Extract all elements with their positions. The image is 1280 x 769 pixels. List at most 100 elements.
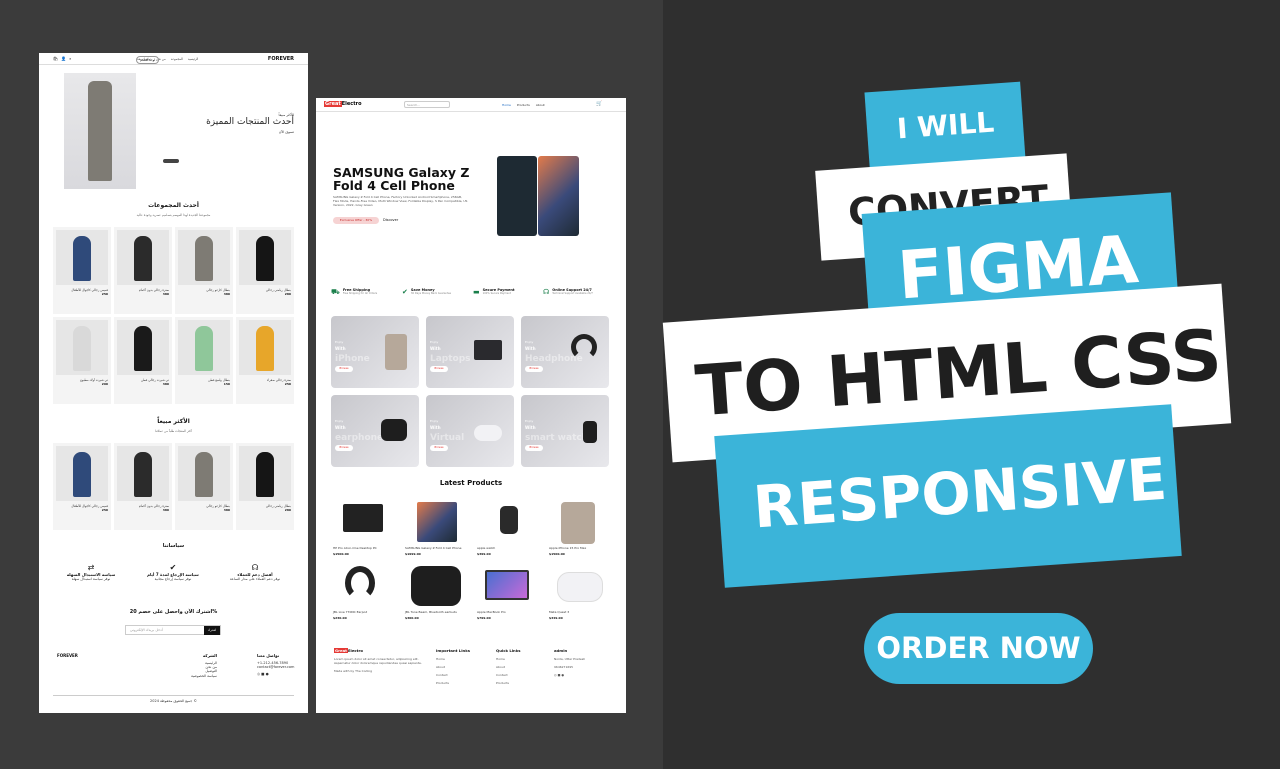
fashion-logo[interactable]: FOREVER bbox=[268, 56, 294, 62]
electro-footer-brand: GreatElectro Lorem ipsum dolor sit amet … bbox=[334, 648, 422, 673]
fashion-footer-brand: FOREVER bbox=[57, 653, 119, 661]
electro-logo[interactable]: GreatElectro bbox=[324, 101, 362, 107]
search-icon[interactable]: ⌕ bbox=[69, 56, 71, 61]
banner-responsive: RESPONSIVE bbox=[714, 404, 1182, 588]
subscribe-form: أدخل بريدك الإلكتروني اشترك bbox=[125, 625, 221, 635]
cart-icon[interactable]: 🛒 bbox=[596, 101, 602, 107]
carousel-dots[interactable] bbox=[163, 159, 179, 163]
fashion-hero-image bbox=[64, 73, 136, 189]
laptop-image bbox=[474, 340, 502, 360]
product-card[interactable]: بنطال واسع قطن 150 bbox=[175, 317, 233, 404]
truck-icon: ⛟ bbox=[331, 288, 340, 296]
fashion-nav-collection[interactable]: المجموعة bbox=[171, 57, 183, 61]
product-card[interactable]: تي شيرت رجالي قطن 380 bbox=[114, 317, 172, 404]
pants-image bbox=[88, 81, 112, 181]
service-save-money: ✔ Save Money 30 Days Money Back Guarantee bbox=[402, 288, 452, 296]
product-card[interactable]: بنطال كارغو رجالي 380 bbox=[175, 227, 233, 314]
product-card[interactable]: بنطال رياضي رجالي 280 bbox=[236, 443, 294, 530]
footer-admin: admin Noida, Uttar Pradesh 9646271695 ◎ … bbox=[554, 648, 586, 677]
feature-support: ☊ أفضل دعم للعملاء نوفر دعم العملاء على … bbox=[220, 563, 290, 581]
fashion-footer-contact: تواصل معنا +1-212-456-7890 contact@forev… bbox=[257, 653, 297, 677]
electro-nav-home[interactable]: Home bbox=[502, 103, 511, 107]
category-iphone[interactable]: Enjoy With iPhone Browse bbox=[331, 316, 419, 388]
fashion-hero-text: الأكثر مبيعاً أحدث المنتجات المميزة تسوق… bbox=[206, 113, 294, 134]
product-card[interactable]: JBL Tune Beam, Bluetooth earbuds $300.00 bbox=[403, 562, 471, 622]
electro-nav-links: Home Products About bbox=[502, 103, 545, 107]
hero-title: أحدث المنتجات المميزة bbox=[206, 117, 294, 128]
electro-mockup: GreatElectro Search... Home Products Abo… bbox=[316, 98, 626, 713]
earphone-case-image bbox=[381, 419, 407, 441]
fashion-copyright: جميع الحقوق محفوظة 2024 © bbox=[150, 699, 197, 703]
electro-hero-description: SAMSUNG Galaxy Z Fold 4 Cell Phone, Fact… bbox=[333, 195, 468, 207]
fashion-mockup: FOREVER الرئيسية المجموعة من نحن تواصل م… bbox=[39, 53, 308, 713]
exchange-icon: ⇄ bbox=[87, 563, 95, 572]
product-card[interactable]: بنطال رياضي رجالي 280 bbox=[236, 227, 294, 314]
subscribe-title: اشترك الآن واحصل على خصم 20% bbox=[129, 609, 218, 615]
footer-quick-links: Quick Links Home About Contact Products bbox=[496, 648, 521, 685]
feature-exchange: ⇄ سياسة الاستبدال السهلة نوفر سياسة استب… bbox=[56, 563, 126, 581]
fashion-footer-company: الشركة الرئيسية من نحن التوصيل سياسة الخ… bbox=[190, 653, 217, 678]
subscribe-input[interactable]: أدخل بريدك الإلكتروني bbox=[130, 628, 163, 632]
hero-shop-link[interactable]: تسوق الآن bbox=[206, 130, 294, 134]
service-secure-payment: ▬ Secure Payment 100% Secure Payment bbox=[473, 288, 515, 296]
fashion-nav-icons: 🛍 👤 ⌕ bbox=[53, 56, 71, 61]
electro-nav-products[interactable]: Products bbox=[517, 103, 530, 107]
smartwatch-image bbox=[583, 421, 597, 443]
footer-important-links: Important Links Home About Contact Produ… bbox=[436, 648, 470, 685]
card-icon: ▬ bbox=[473, 288, 480, 296]
category-smart-watch[interactable]: Enjoy With smart watch Browse bbox=[521, 395, 609, 467]
footer-divider bbox=[53, 695, 294, 696]
fashion-footer-logo: FOREVER bbox=[57, 653, 78, 658]
cart-icon[interactable]: 🛍 bbox=[53, 56, 58, 61]
electro-search-input[interactable]: Search... bbox=[404, 101, 450, 108]
category-earphone[interactable]: Enjoy With earphone Browse bbox=[331, 395, 419, 467]
check-circle-icon: ✔ bbox=[402, 288, 408, 296]
product-card[interactable]: بنطال كارغو رجالي 380 bbox=[175, 443, 233, 530]
category-virtual[interactable]: Enjoy With Virtual Browse bbox=[426, 395, 514, 467]
section-latest-title: أحدث المجموعات bbox=[148, 202, 199, 209]
social-icons[interactable]: ◎ ■ ● bbox=[554, 673, 585, 677]
latest-products-grid: HP Pro All-in-One Desktop PC $1500.00 SAM… bbox=[331, 498, 615, 622]
product-card[interactable]: SAMSUNG Galaxy Z Fold 4 Cell Phone $1999.… bbox=[403, 498, 471, 558]
subscribe-button[interactable]: اشترك bbox=[204, 626, 220, 635]
product-card[interactable]: قميص رجالي كاجوال للأطفال 250 bbox=[53, 227, 111, 314]
product-card[interactable]: قميص رجالي كاجوال للأطفال 250 bbox=[53, 443, 111, 530]
service-online-support: ☊ Online Support 24/7 Technical Support A… bbox=[543, 288, 593, 296]
electro-nav-about[interactable]: About bbox=[536, 103, 545, 107]
latest-products-title: Latest Products bbox=[439, 479, 503, 487]
category-headphone[interactable]: Enjoy With Headphone Browse bbox=[521, 316, 609, 388]
product-card[interactable]: HP Pro All-in-One Desktop PC $1500.00 bbox=[331, 498, 399, 558]
product-card[interactable]: تي شيرت أولاد مطبوع 290 bbox=[53, 317, 111, 404]
headset-icon: ☊ bbox=[543, 288, 550, 296]
product-card[interactable]: سترة رجالي صفراء 250 bbox=[236, 317, 294, 404]
user-icon[interactable]: 👤 bbox=[61, 56, 66, 61]
product-card[interactable]: Meta Quest 3 $349.00 bbox=[547, 562, 615, 622]
product-card[interactable]: سترة رجالي بدون أكمام 380 bbox=[114, 227, 172, 314]
electro-hero-title: SAMSUNG Galaxy Z Fold 4 Cell Phone bbox=[333, 165, 470, 194]
product-card[interactable]: سترة رجالي بدون أكمام 380 bbox=[114, 443, 172, 530]
headphone-image bbox=[571, 334, 597, 360]
check-icon: ✔ bbox=[169, 563, 177, 572]
feature-return: ✔ سياسة الإرجاع لمدة 7 أيام نوفر سياسة إ… bbox=[138, 563, 208, 581]
section-bestseller-title: الأكثر مبيعاً bbox=[157, 418, 190, 425]
product-card[interactable]: JBL Live 770NC Earpod $230.00 bbox=[331, 562, 399, 622]
bestseller-grid: قميص رجالي كاجوال للأطفال 250 سترة رجالي … bbox=[53, 443, 294, 530]
service-free-shipping: ⛟ Free Shipping Free Shipping for All Ord… bbox=[331, 288, 378, 296]
fashion-navbar: FOREVER الرئيسية المجموعة من نحن تواصل م… bbox=[39, 53, 308, 65]
product-card[interactable]: Apple MacBook Pro $799.00 bbox=[475, 562, 543, 622]
category-laptops[interactable]: Enjoy With Laptops Browse bbox=[426, 316, 514, 388]
fashion-login-button[interactable]: لوحة التحكم bbox=[136, 55, 160, 64]
iphone-image bbox=[385, 334, 407, 370]
latest-products-grid: قميص رجالي كاجوال للأطفال 250 سترة رجالي … bbox=[53, 227, 294, 404]
fashion-nav-home[interactable]: الرئيسية bbox=[188, 57, 198, 61]
exclusive-offer-button[interactable]: Exclusive Offer - 30% bbox=[333, 217, 379, 224]
headset-icon: ☊ bbox=[251, 563, 259, 572]
section-bestseller-subtitle: أكثر المنتجات طلباً من عملائنا bbox=[155, 429, 192, 433]
policies-title: سياساتنا bbox=[162, 543, 185, 549]
order-now-button[interactable]: ORDER NOW bbox=[864, 613, 1093, 684]
product-card[interactable]: apple watch $399.00 bbox=[475, 498, 543, 558]
electro-navbar: GreatElectro Search... Home Products Abo… bbox=[316, 98, 626, 112]
discover-link[interactable]: Discover bbox=[383, 218, 398, 222]
product-card[interactable]: Apple iPhone 15 Pro Max $1500.00 bbox=[547, 498, 615, 558]
social-icons[interactable]: ◎ ■ ● bbox=[257, 672, 297, 676]
